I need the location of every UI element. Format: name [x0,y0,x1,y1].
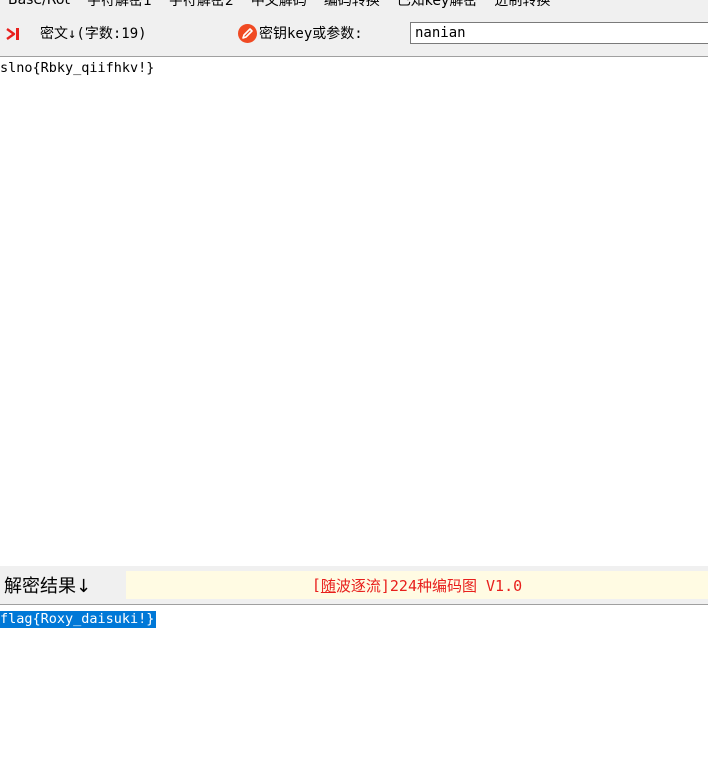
cipher-textarea[interactable]: slno{Rbky_qiifhkv!} [0,56,708,566]
menu-base-rot[interactable]: Base/Rot [0,0,79,8]
cipher-arrow-icon[interactable] [6,26,20,42]
menu-chinese-decode[interactable]: 中文解码 [243,0,316,10]
banner-title: 波逐流]224种编码图 V1.0 [335,576,523,595]
menu-encoding-convert[interactable]: 编码转换 [316,0,389,10]
menu-char-decrypt-1[interactable]: 字符解密1 [79,0,161,10]
key-input[interactable] [410,22,708,44]
key-label: 密钥key或参数: [259,26,363,42]
result-text-selected[interactable]: flag{Roxy_daisuki!} [0,611,157,628]
menu-bar: Base/Rot 字符解密1 字符解密2 中文解码 编码转换 已知key解密 进… [0,0,708,10]
banner-prefix: [ [311,576,321,594]
result-label: 解密结果↓ [4,576,92,597]
banner-highlight: 随 [320,576,336,595]
result-textarea[interactable]: flag{Roxy_daisuki!} [0,604,708,783]
pencil-icon[interactable] [238,24,257,43]
menu-char-decrypt-2[interactable]: 字符解密2 [161,0,243,10]
menu-known-key-decrypt[interactable]: 已知key解密 [389,0,487,10]
result-bar: 解密结果↓ [随波逐流]224种编码图 V1.0 [0,566,708,604]
app-banner: [随波逐流]224种编码图 V1.0 [126,571,708,599]
cipher-label: 密文↓(字数:19) [40,26,147,42]
cipher-toolbar: 密文↓(字数:19) 密钥key或参数: [0,10,708,56]
menu-radix-convert[interactable]: 进制转换 [486,0,559,10]
